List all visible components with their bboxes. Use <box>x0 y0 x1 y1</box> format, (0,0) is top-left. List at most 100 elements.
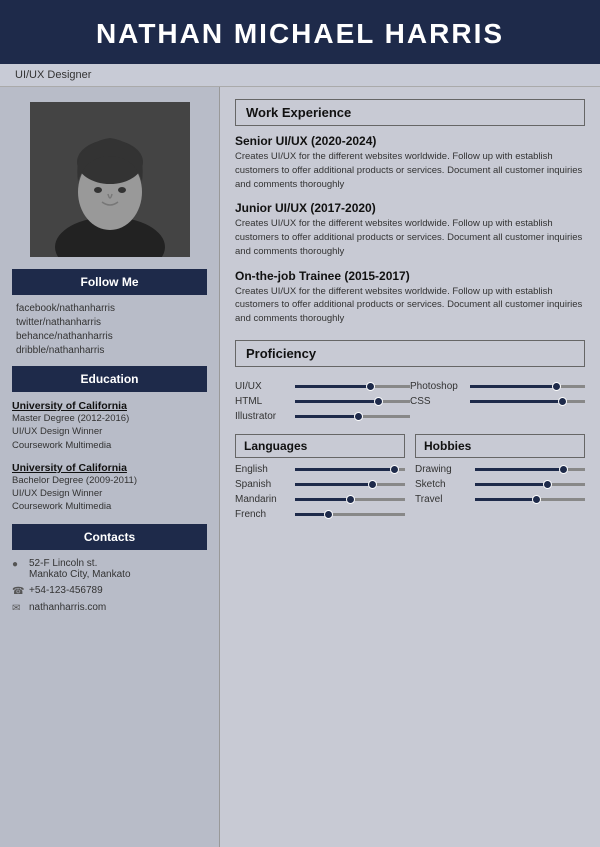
left-column: Follow Me facebook/nathanharris twitter/… <box>0 87 220 847</box>
lang-fill-spanish <box>295 483 372 486</box>
edu-item-2: University of California Bachelor Degree… <box>12 462 207 514</box>
work-item-2: Junior UI/UX (2017-2020) Creates UI/UX f… <box>235 201 585 258</box>
hobby-dot-drawing <box>559 465 568 474</box>
skill-dot-html <box>552 382 561 391</box>
work-title-1: Senior UI/UX (2020-2024) <box>235 134 585 148</box>
contact-website[interactable]: ✉ nathanharris.com <box>12 602 207 614</box>
hobby-track-drawing <box>475 468 585 471</box>
email-icon: ✉ <box>12 603 24 614</box>
skill-illustrator: Illustrator <box>235 411 410 422</box>
skill-fill-photoshop <box>295 400 378 403</box>
hobbies-header: Hobbies <box>415 434 585 458</box>
hobby-track-sketch <box>475 483 585 486</box>
right-column: Work Experience Senior UI/UX (2020-2024)… <box>220 87 600 847</box>
skill-label-illustrator: Illustrator <box>235 411 290 422</box>
hobby-fill-travel <box>475 498 536 501</box>
lang-dot-mandarin <box>346 495 355 504</box>
address-text: 52-F Lincoln st.Mankato City, Mankato <box>29 558 131 580</box>
skill-dot-illustrator <box>354 412 363 421</box>
main-layout: Follow Me facebook/nathanharris twitter/… <box>0 87 600 847</box>
lang-label-english: English <box>235 464 290 475</box>
hobby-label-sketch: Sketch <box>415 479 470 490</box>
contacts-header: Contacts <box>12 524 207 550</box>
social-link-behance[interactable]: behance/nathanharris <box>16 331 207 342</box>
lang-english: English <box>235 464 405 475</box>
education-header: Education <box>12 366 207 392</box>
full-name: NATHAN MICHAEL HARRIS <box>20 18 580 50</box>
uni-name-1: University of California <box>12 400 207 412</box>
uni-name-2: University of California <box>12 462 207 474</box>
skill-fill-css <box>470 400 562 403</box>
proficiency-left: UI/UX HTML Illustrator <box>235 381 410 426</box>
work-desc-2: Creates UI/UX for the different websites… <box>235 217 585 258</box>
lang-track-english <box>295 468 405 471</box>
social-link-twitter[interactable]: twitter/nathanharris <box>16 317 207 328</box>
phone-text: +54-123-456789 <box>29 585 103 596</box>
languages-section: Languages English Spanish Man <box>235 434 405 524</box>
subtitle-bar: UI/UX Designer <box>0 64 600 87</box>
hobby-travel: Travel <box>415 494 585 505</box>
work-item-1: Senior UI/UX (2020-2024) Creates UI/UX f… <box>235 134 585 191</box>
lang-track-mandarin <box>295 498 405 501</box>
work-title-2: Junior UI/UX (2017-2020) <box>235 201 585 215</box>
contact-address: ● 52-F Lincoln st.Mankato City, Mankato <box>12 558 207 580</box>
skill-label-uiux: UI/UX <box>235 381 290 392</box>
lang-track-spanish <box>295 483 405 486</box>
lang-label-spanish: Spanish <box>235 479 290 490</box>
hobby-sketch: Sketch <box>415 479 585 490</box>
social-link-facebook[interactable]: facebook/nathanharris <box>16 303 207 314</box>
lang-french: French <box>235 509 405 520</box>
skill-label-css: CSS <box>410 396 465 407</box>
skill-fill-illustrator <box>295 415 358 418</box>
lang-label-mandarin: Mandarin <box>235 494 290 505</box>
hobby-dot-sketch <box>543 480 552 489</box>
lang-fill-english <box>295 468 394 471</box>
skill-label-html: Photoshop <box>410 381 465 392</box>
lang-spanish: Spanish <box>235 479 405 490</box>
skill-dot-css <box>558 397 567 406</box>
skill-uiux: UI/UX <box>235 381 410 392</box>
contact-phone: ☎ +54-123-456789 <box>12 585 207 597</box>
hobby-track-travel <box>475 498 585 501</box>
skill-fill-html <box>470 385 556 388</box>
follow-me-header: Follow Me <box>12 269 207 295</box>
location-icon: ● <box>12 559 24 570</box>
work-desc-1: Creates UI/UX for the different websites… <box>235 150 585 191</box>
skill-track-illustrator <box>295 415 410 418</box>
lang-track-french <box>295 513 405 516</box>
lang-dot-french <box>324 510 333 519</box>
lang-hobbies-section: Languages English Spanish Man <box>235 434 585 524</box>
lang-label-french: French <box>235 509 290 520</box>
languages-header: Languages <box>235 434 405 458</box>
social-links: facebook/nathanharris twitter/nathanharr… <box>12 303 207 356</box>
work-desc-3: Creates UI/UX for the different websites… <box>235 285 585 326</box>
hobby-label-drawing: Drawing <box>415 464 470 475</box>
hobby-label-travel: Travel <box>415 494 470 505</box>
proficiency-grid: UI/UX HTML Illustrator <box>235 381 585 426</box>
edu-item-1: University of California Master Degree (… <box>12 400 207 452</box>
proficiency-right: Photoshop CSS <box>410 381 585 426</box>
contacts-section: ● 52-F Lincoln st.Mankato City, Mankato … <box>12 558 207 614</box>
hobby-fill-sketch <box>475 483 547 486</box>
work-title-3: On-the-job Trainee (2015-2017) <box>235 269 585 283</box>
social-link-dribble[interactable]: dribble/nathanharris <box>16 345 207 356</box>
skill-html: Photoshop <box>410 381 585 392</box>
work-item-3: On-the-job Trainee (2015-2017) Creates U… <box>235 269 585 326</box>
edu-detail-1: Master Degree (2012-2016)UI/UX Design Wi… <box>12 412 207 452</box>
phone-icon: ☎ <box>12 586 24 597</box>
skill-track-css <box>470 400 585 403</box>
lang-mandarin: Mandarin <box>235 494 405 505</box>
skill-fill-uiux <box>295 385 370 388</box>
skill-track-uiux <box>295 385 410 388</box>
skill-css: CSS <box>410 396 585 407</box>
edu-detail-2: Bachelor Degree (2009-2011)UI/UX Design … <box>12 474 207 514</box>
profile-photo <box>30 102 190 257</box>
proficiency-header: Proficiency <box>235 340 585 367</box>
skill-photoshop: HTML <box>235 396 410 407</box>
skill-dot-photoshop <box>374 397 383 406</box>
work-experience-header: Work Experience <box>235 99 585 126</box>
job-title: UI/UX Designer <box>15 69 91 81</box>
skill-track-html <box>470 385 585 388</box>
lang-dot-spanish <box>368 480 377 489</box>
header: NATHAN MICHAEL HARRIS <box>0 0 600 64</box>
